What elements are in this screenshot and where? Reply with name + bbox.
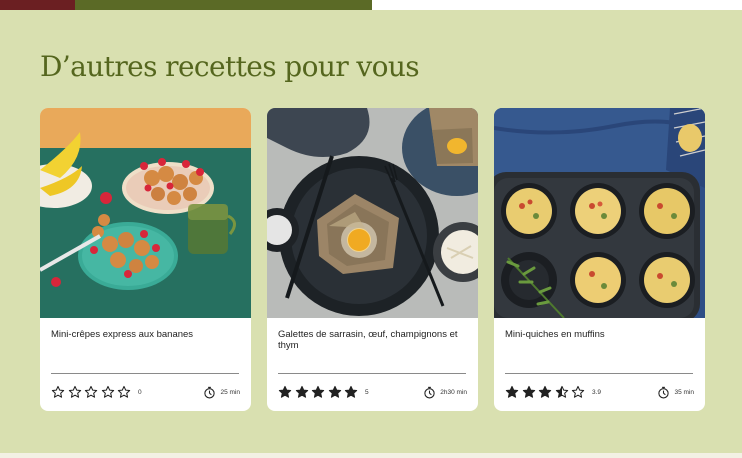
recipe-card[interactable]: Mini-quiches en muffins 3.9 35 min (494, 108, 705, 411)
star-icon (278, 385, 292, 398)
time-label: 25 min (220, 388, 240, 396)
recipe-image[interactable] (40, 108, 251, 318)
divider (505, 373, 693, 374)
recipe-title[interactable]: Galettes de sarrasin, œuf, champignons e… (278, 329, 468, 351)
star-icon (118, 385, 131, 398)
star-half-icon (555, 385, 568, 398)
section-heading: D’autres recettes pour vous (40, 50, 420, 83)
rating-count: 0 (137, 388, 142, 396)
top-strip (0, 0, 742, 10)
bottom-strip (0, 453, 742, 458)
star-icon (101, 385, 114, 398)
prep-time: 35 min (657, 385, 694, 399)
star-icon (539, 385, 552, 398)
star-icon (312, 385, 325, 398)
rating: 3.9 (505, 385, 601, 399)
time-label: 2h30 min (440, 388, 467, 396)
star-icon (505, 385, 519, 398)
timer-icon (204, 386, 216, 398)
recipe-card[interactable]: Mini-crêpes express aux bananes 0 25 min (40, 108, 251, 411)
divider (51, 373, 239, 374)
star-icon (295, 385, 308, 398)
star-icon (68, 385, 81, 398)
rating-count: 5 (364, 388, 369, 396)
star-icon (522, 385, 535, 398)
divider (278, 373, 466, 374)
prep-time: 2h30 min (423, 385, 467, 399)
prep-time: 25 min (203, 385, 240, 399)
recipe-image[interactable] (267, 108, 478, 318)
recipe-title[interactable]: Mini-crêpes express aux bananes (51, 329, 241, 340)
timer-icon (424, 386, 435, 398)
time-label: 35 min (674, 388, 694, 396)
rating: 5 (278, 385, 369, 399)
star-icon (51, 385, 65, 398)
star-icon (572, 385, 585, 398)
rating-count: 3.9 (591, 388, 602, 396)
recipe-title[interactable]: Mini-quiches en muffins (505, 329, 695, 340)
rating: 0 (51, 385, 142, 399)
star-icon (85, 385, 98, 398)
timer-icon (658, 386, 670, 398)
star-icon (328, 385, 341, 398)
recipe-image[interactable] (494, 108, 705, 318)
top-strip-segment (0, 0, 75, 10)
recipe-card[interactable]: Galettes de sarrasin, œuf, champignons e… (267, 108, 478, 411)
star-icon (345, 385, 358, 398)
top-strip-segment (75, 0, 372, 10)
